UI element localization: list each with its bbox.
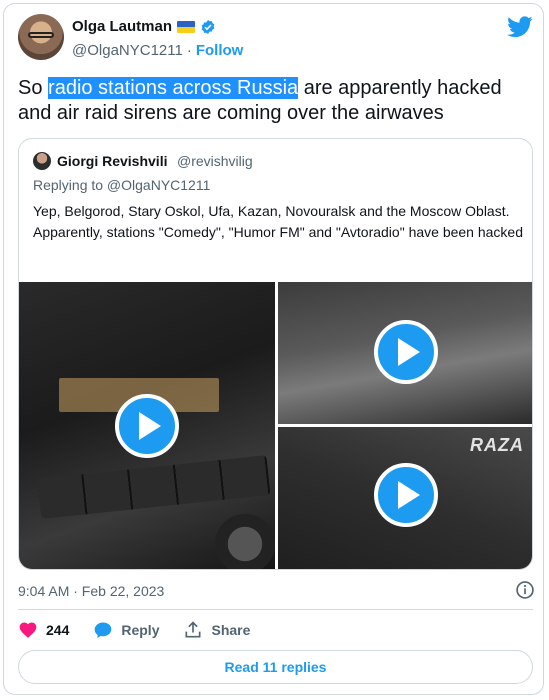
- tweet-text-before: So: [18, 77, 49, 99]
- twitter-bird-icon[interactable]: [507, 16, 533, 38]
- video-thumbnail-dashboard[interactable]: [278, 282, 532, 424]
- author-avatar[interactable]: [18, 14, 64, 60]
- author-name[interactable]: Olga Lautman: [72, 18, 172, 35]
- play-button-icon[interactable]: [374, 463, 438, 527]
- action-bar: 244 Reply Share: [18, 620, 274, 640]
- like-count: 244: [46, 622, 70, 638]
- verified-badge-icon: [201, 19, 215, 34]
- quote-replying-to: Replying to @OlgaNYC1211: [33, 177, 211, 193]
- quote-author-handle[interactable]: @revishvilig: [177, 153, 253, 169]
- share-button[interactable]: Share: [183, 620, 250, 640]
- radio-buttons-shape: [37, 455, 271, 519]
- author-handle-row: @OlgaNYC1211 · Follow: [72, 42, 243, 59]
- author-name-row[interactable]: Olga Lautman: [72, 18, 216, 35]
- reply-button[interactable]: Reply: [93, 620, 159, 640]
- ukraine-flag-icon: [177, 20, 196, 33]
- tweet-text-highlight: radio stations across Russia: [48, 77, 299, 99]
- play-button-icon[interactable]: [374, 320, 438, 384]
- play-button-icon[interactable]: [115, 394, 179, 458]
- share-label: Share: [211, 622, 251, 638]
- author-handle[interactable]: @OlgaNYC1211: [72, 42, 183, 59]
- separator-dot: ·: [186, 42, 192, 59]
- quoted-tweet[interactable]: Giorgi Revishvili @revishvilig Replying …: [18, 138, 533, 570]
- avatar-glasses-shape: [28, 32, 54, 38]
- quote-text: Yep, Belgorod, Stary Oskol, Ufa, Kazan, …: [33, 203, 523, 240]
- tweet-text: So radio stations across Russia are appa…: [18, 76, 533, 126]
- heart-icon: [19, 622, 37, 638]
- video-thumbnail-console[interactable]: RAZA: [278, 427, 532, 569]
- read-replies-button[interactable]: Read 11 replies: [18, 650, 533, 684]
- quote-author-name[interactable]: Giorgi Revishvili: [57, 153, 167, 169]
- share-icon: [185, 621, 201, 638]
- video-thumbnail-radio[interactable]: [19, 282, 275, 569]
- reply-bubble-icon: [95, 622, 112, 638]
- follow-button[interactable]: Follow: [196, 42, 244, 59]
- tweet-timestamp[interactable]: 9:04 AM · Feb 22, 2023: [18, 583, 164, 599]
- reply-label: Reply: [121, 622, 160, 638]
- radio-knob-shape: [215, 514, 275, 569]
- info-icon[interactable]: [515, 580, 535, 600]
- quote-author-avatar[interactable]: [33, 152, 51, 170]
- like-button[interactable]: 244: [18, 620, 69, 640]
- divider: [18, 609, 533, 610]
- media-watermark: RAZA: [470, 435, 524, 455]
- media-grid: RAZA: [19, 282, 532, 569]
